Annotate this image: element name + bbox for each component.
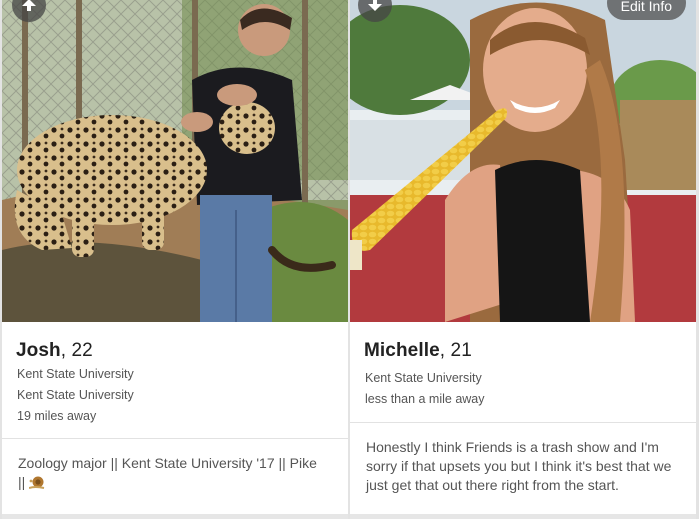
bio-text: Zoology major || Kent State University '… bbox=[18, 455, 317, 490]
card-bottom-edge bbox=[350, 514, 696, 519]
card-bottom-edge bbox=[2, 514, 348, 519]
arrow-down-icon bbox=[368, 0, 382, 22]
divider bbox=[350, 422, 696, 423]
name-age: Michelle, 21 bbox=[364, 340, 696, 362]
profile-details: Kent State University less than a mile a… bbox=[365, 368, 696, 410]
detail-school: Kent State University bbox=[365, 371, 482, 385]
profile-header: Josh, 22 bbox=[16, 340, 348, 362]
profile-age: , 22 bbox=[60, 340, 93, 361]
profile-details: Kent State University Kent State Univers… bbox=[17, 364, 348, 427]
profile-card-michelle: Edit Info Michelle, 21 Kent State Univer… bbox=[350, 0, 696, 519]
bio-text-block: Zoology major || Kent State University '… bbox=[18, 454, 318, 492]
detail-distance: less than a mile away bbox=[365, 392, 485, 406]
bio-text: Honestly I think Friends is a trash show… bbox=[366, 439, 672, 493]
detail-school-2: Kent State University bbox=[17, 388, 134, 402]
profile-name: Michelle bbox=[364, 340, 440, 361]
profile-photo-corn[interactable] bbox=[350, 0, 696, 322]
snail-icon bbox=[28, 474, 45, 490]
divider bbox=[2, 438, 348, 439]
profile-photo-leopard[interactable] bbox=[2, 0, 348, 322]
profile-name: Josh bbox=[16, 340, 61, 361]
detail-school: Kent State University bbox=[17, 367, 134, 381]
name-age: Josh, 22 bbox=[16, 340, 348, 362]
detail-distance: 19 miles away bbox=[17, 409, 97, 423]
profile-header: Michelle, 21 bbox=[364, 340, 696, 362]
edit-info-button[interactable]: Edit Info bbox=[606, 0, 686, 20]
profile-card-josh: Josh, 22 Kent State University Kent Stat… bbox=[2, 0, 348, 519]
profile-age: , 21 bbox=[439, 340, 472, 361]
arrow-up-icon bbox=[22, 0, 36, 22]
